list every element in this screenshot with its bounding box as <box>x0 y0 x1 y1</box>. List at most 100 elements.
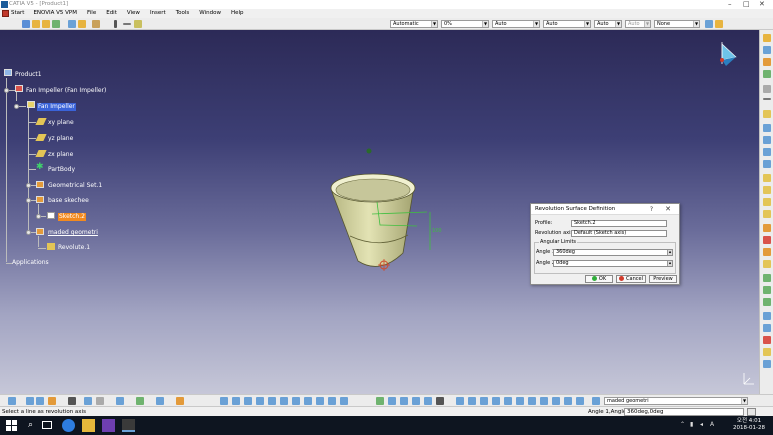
properties-icon[interactable] <box>715 20 723 28</box>
current-set-combo[interactable]: maded geometri ▼ <box>604 397 748 405</box>
cylinder-icon[interactable] <box>763 210 771 218</box>
expand-collapse-icon[interactable] <box>4 88 9 93</box>
tree-node-part[interactable]: Fan Impeller <box>37 103 76 111</box>
close-icon[interactable]: ✕ <box>759 0 765 8</box>
line-tool-icon[interactable] <box>763 98 771 100</box>
tree-node-geoset[interactable]: Geometrical Set.1 <box>48 182 102 190</box>
tool-icon[interactable] <box>436 397 444 405</box>
edge-icon[interactable] <box>62 419 75 432</box>
tool-icon[interactable] <box>456 397 464 405</box>
line-type-combo[interactable]: Automatic ▼ <box>390 20 438 28</box>
tree-node-maded-geometri[interactable]: maded geometri <box>48 229 98 237</box>
fly-icon[interactable] <box>220 397 228 405</box>
extract-icon[interactable] <box>763 324 771 332</box>
expand-collapse-icon[interactable] <box>36 214 41 219</box>
tool-icon[interactable] <box>388 397 396 405</box>
tree-node-xy-plane[interactable]: xy plane <box>48 119 74 127</box>
expand-collapse-icon[interactable] <box>26 183 31 188</box>
menu-file[interactable]: File <box>82 9 101 18</box>
plane-icon[interactable] <box>78 20 86 28</box>
tool-icon[interactable] <box>468 397 476 405</box>
tool-icon[interactable] <box>552 397 560 405</box>
expand-collapse-icon[interactable] <box>14 104 19 109</box>
tree-node-yz-plane[interactable]: yz plane <box>48 135 73 143</box>
plane-tool-icon[interactable] <box>763 110 771 118</box>
translate-icon[interactable] <box>763 348 771 356</box>
point-icon[interactable] <box>68 20 76 28</box>
menu-help[interactable]: Help <box>226 9 249 18</box>
tree-node-partbody[interactable]: PartBody <box>48 166 75 174</box>
tool-icon[interactable] <box>400 397 408 405</box>
angle1-field[interactable]: 360deg ◆ <box>553 249 673 256</box>
windows-start-icon[interactable] <box>5 419 18 432</box>
offset-icon[interactable] <box>763 224 771 232</box>
spline-tool-icon[interactable] <box>763 148 771 156</box>
maximize-icon[interactable]: □ <box>743 0 750 8</box>
revolve-tool-icon[interactable] <box>763 186 771 194</box>
helix-icon[interactable] <box>763 160 771 168</box>
zoom-out-icon[interactable] <box>280 397 288 405</box>
file-explorer-icon[interactable] <box>82 419 95 432</box>
point-symbol-combo[interactable]: Auto ▼ <box>594 20 622 28</box>
sketcher-icon[interactable] <box>763 34 771 42</box>
revolved-surface-model[interactable]: 100 <box>320 140 450 280</box>
analysis-icon[interactable] <box>8 397 16 405</box>
tree-node-zx-plane[interactable]: zx plane <box>48 151 73 159</box>
tool-icon[interactable] <box>504 397 512 405</box>
hierarchy-icon[interactable] <box>116 397 124 405</box>
line-icon[interactable] <box>123 23 131 25</box>
power-input-ok-button[interactable] <box>747 408 756 416</box>
catalog-icon[interactable] <box>156 397 164 405</box>
visual-studio-icon[interactable] <box>102 419 115 432</box>
expand-collapse-icon[interactable] <box>26 198 31 203</box>
help-icon[interactable]: ? <box>650 206 653 213</box>
extrude-icon[interactable] <box>763 174 771 182</box>
tool-icon[interactable] <box>564 397 572 405</box>
menu-edit[interactable]: Edit <box>101 9 122 18</box>
folder-icon[interactable] <box>32 20 40 28</box>
menu-start[interactable]: Start <box>0 9 28 18</box>
painter-icon[interactable] <box>705 20 713 28</box>
boundary-icon[interactable] <box>763 312 771 320</box>
select-icon[interactable] <box>84 397 92 405</box>
trim-icon[interactable] <box>763 298 771 306</box>
network-icon[interactable]: ▮ <box>690 421 693 428</box>
tool-icon[interactable] <box>540 397 548 405</box>
search-icon[interactable]: ⌕ <box>24 419 37 432</box>
fill-icon[interactable] <box>763 248 771 256</box>
hide-show-icon[interactable] <box>328 397 336 405</box>
tool-icon[interactable] <box>480 397 488 405</box>
revolution-axis-field[interactable]: Default (Sketch axis) <box>571 230 667 237</box>
catia-taskbar-icon[interactable] <box>122 419 135 432</box>
profile-field[interactable]: Sketch.2 <box>571 220 667 227</box>
apply-material-icon[interactable] <box>48 397 56 405</box>
layer-combo[interactable]: Auto ▼ <box>625 20 651 28</box>
sketch-icon[interactable] <box>22 20 30 28</box>
power-input-field[interactable]: 360deg,0deg <box>624 408 744 416</box>
expand-collapse-icon[interactable] <box>26 230 31 235</box>
rotate-tool-icon[interactable] <box>763 360 771 368</box>
spline-icon[interactable] <box>134 20 142 28</box>
zoom-in-icon[interactable] <box>268 397 276 405</box>
point-tool-icon[interactable] <box>763 85 771 93</box>
rotate-icon[interactable] <box>92 20 100 28</box>
normal-view-icon[interactable] <box>292 397 300 405</box>
sphere-icon[interactable] <box>763 198 771 206</box>
tool-icon[interactable] <box>492 397 500 405</box>
clock[interactable]: 오전 4:01 2018-01-28 <box>733 418 765 432</box>
line-weight-combo[interactable]: Auto ▼ <box>492 20 540 28</box>
body-icon[interactable] <box>52 20 60 28</box>
point-marker-icon[interactable] <box>114 20 117 28</box>
tree-node-revolute[interactable]: Revolute.1 <box>58 244 90 252</box>
tree-node-product[interactable]: Product1 <box>15 71 42 79</box>
tool-icon[interactable] <box>528 397 536 405</box>
circle-tool-icon[interactable] <box>763 136 771 144</box>
tree-node-part-instance[interactable]: Fan Impeller (Fan Impeller) <box>26 87 106 95</box>
menu-tools[interactable]: Tools <box>171 9 195 18</box>
pad-icon[interactable] <box>763 46 771 54</box>
tool-icon[interactable] <box>576 397 584 405</box>
dialog-close-icon[interactable]: ✕ <box>665 205 671 213</box>
menu-insert[interactable]: Insert <box>145 9 171 18</box>
surface-icon[interactable] <box>42 20 50 28</box>
tool-icon[interactable] <box>412 397 420 405</box>
